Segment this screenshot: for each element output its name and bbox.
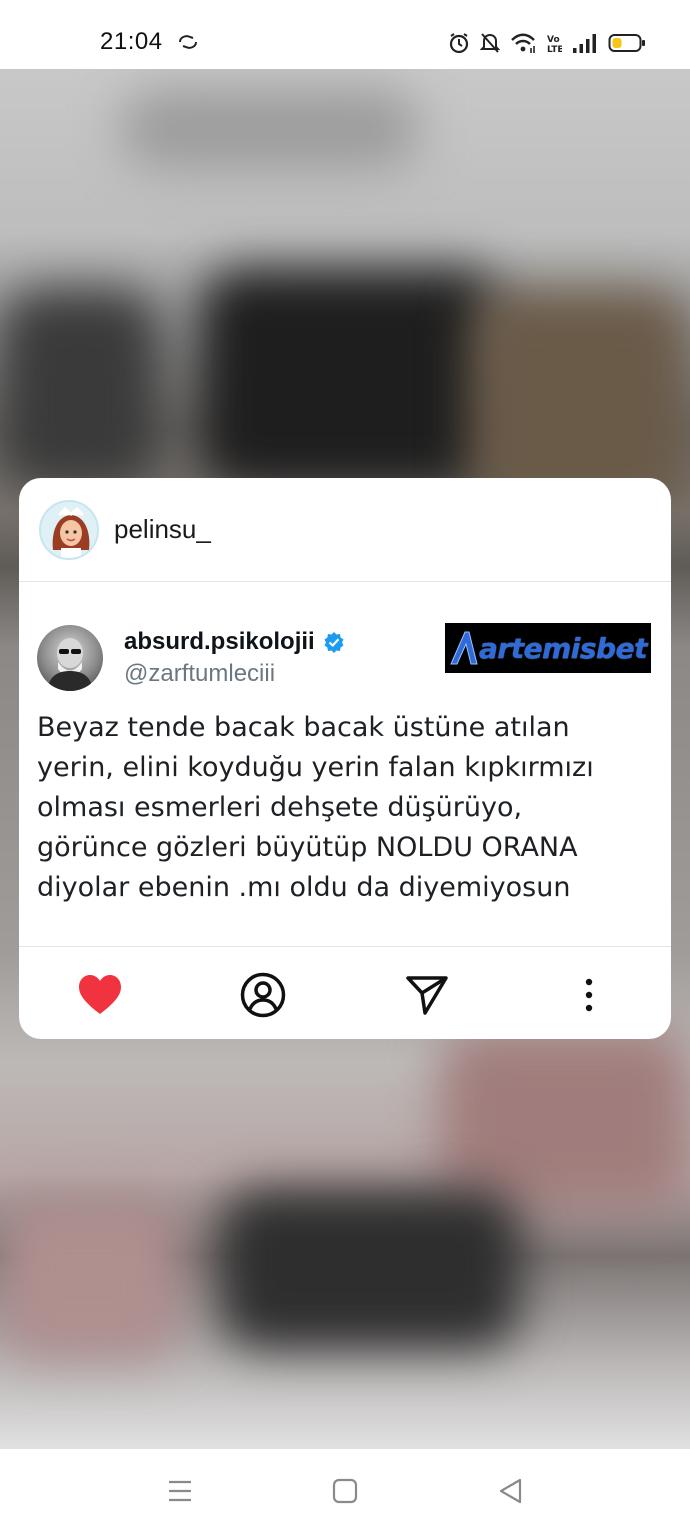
recent-apps-icon bbox=[169, 1480, 191, 1502]
sync-icon bbox=[179, 35, 197, 49]
battery-icon bbox=[608, 34, 645, 52]
like-button[interactable] bbox=[77, 972, 123, 1018]
back-button[interactable] bbox=[494, 1475, 526, 1507]
tweet-avatar-portrait bbox=[47, 638, 93, 691]
post-header: pelinsu_ bbox=[19, 478, 671, 582]
signal-icon bbox=[573, 34, 596, 53]
more-icon bbox=[585, 978, 593, 1012]
ad-banner: artemisbet bbox=[445, 623, 651, 673]
status-bar: 21:04 Vo LTE bbox=[0, 0, 690, 69]
avatar-illustration bbox=[52, 506, 90, 558]
wifi-icon bbox=[511, 33, 535, 53]
user-avatar[interactable] bbox=[39, 500, 99, 560]
tweet-name-row: absurd.psikolojii bbox=[124, 628, 345, 656]
ad-logo-icon bbox=[450, 631, 478, 665]
back-icon bbox=[499, 1478, 522, 1504]
shared-post-card[interactable]: pelinsu_ absurd.psikolojii @zarftumlecii… bbox=[19, 478, 671, 1039]
verified-badge-icon bbox=[324, 632, 344, 653]
status-icons: Vo LTE bbox=[448, 30, 646, 56]
tweet-display-name: absurd.psikolojii bbox=[124, 628, 315, 655]
volte-icon: Vo LTE bbox=[547, 35, 562, 54]
post-username[interactable]: pelinsu_ bbox=[114, 514, 211, 545]
home-button[interactable] bbox=[329, 1475, 361, 1507]
tweet-text-line: diyolar ebenin .mı oldu da diyemiyosun bbox=[37, 872, 571, 903]
alarm-icon bbox=[449, 33, 469, 54]
post-actions bbox=[19, 946, 671, 1039]
svg-text:LTE: LTE bbox=[547, 45, 562, 54]
status-time: 21:04 bbox=[100, 28, 163, 55]
tweet-text: Beyaz tende bacak bacak üstüne atılan ye… bbox=[37, 708, 637, 908]
recent-apps-button[interactable] bbox=[164, 1475, 196, 1507]
ad-text: artemisbet bbox=[479, 631, 647, 665]
profile-icon bbox=[240, 972, 286, 1018]
home-icon bbox=[332, 1478, 358, 1504]
tweet-handle: @zarftumleciii bbox=[124, 660, 276, 687]
tweet-screenshot: absurd.psikolojii @zarftumleciii artemis… bbox=[19, 582, 671, 946]
tweet-text-line: Beyaz tende bacak bacak üstüne atılan bbox=[37, 712, 570, 743]
tweet-text-line: olması esmerleri dehşete düşürüyo, bbox=[37, 792, 523, 823]
tweet-text-line: yerin, elini koyduğu yerin falan kıpkırm… bbox=[37, 752, 594, 783]
tweet-avatar bbox=[37, 625, 103, 691]
tweet-text-line: görünce gözleri büyütüp NOLDU ORANA bbox=[37, 832, 578, 863]
heart-icon bbox=[79, 975, 121, 1014]
profile-button[interactable] bbox=[240, 972, 286, 1018]
more-button[interactable] bbox=[566, 972, 612, 1018]
svg-text:Vo: Vo bbox=[547, 35, 560, 45]
send-icon bbox=[406, 976, 448, 1015]
mute-icon bbox=[480, 33, 500, 53]
send-button[interactable] bbox=[404, 972, 450, 1018]
navigation-bar bbox=[0, 1449, 690, 1533]
